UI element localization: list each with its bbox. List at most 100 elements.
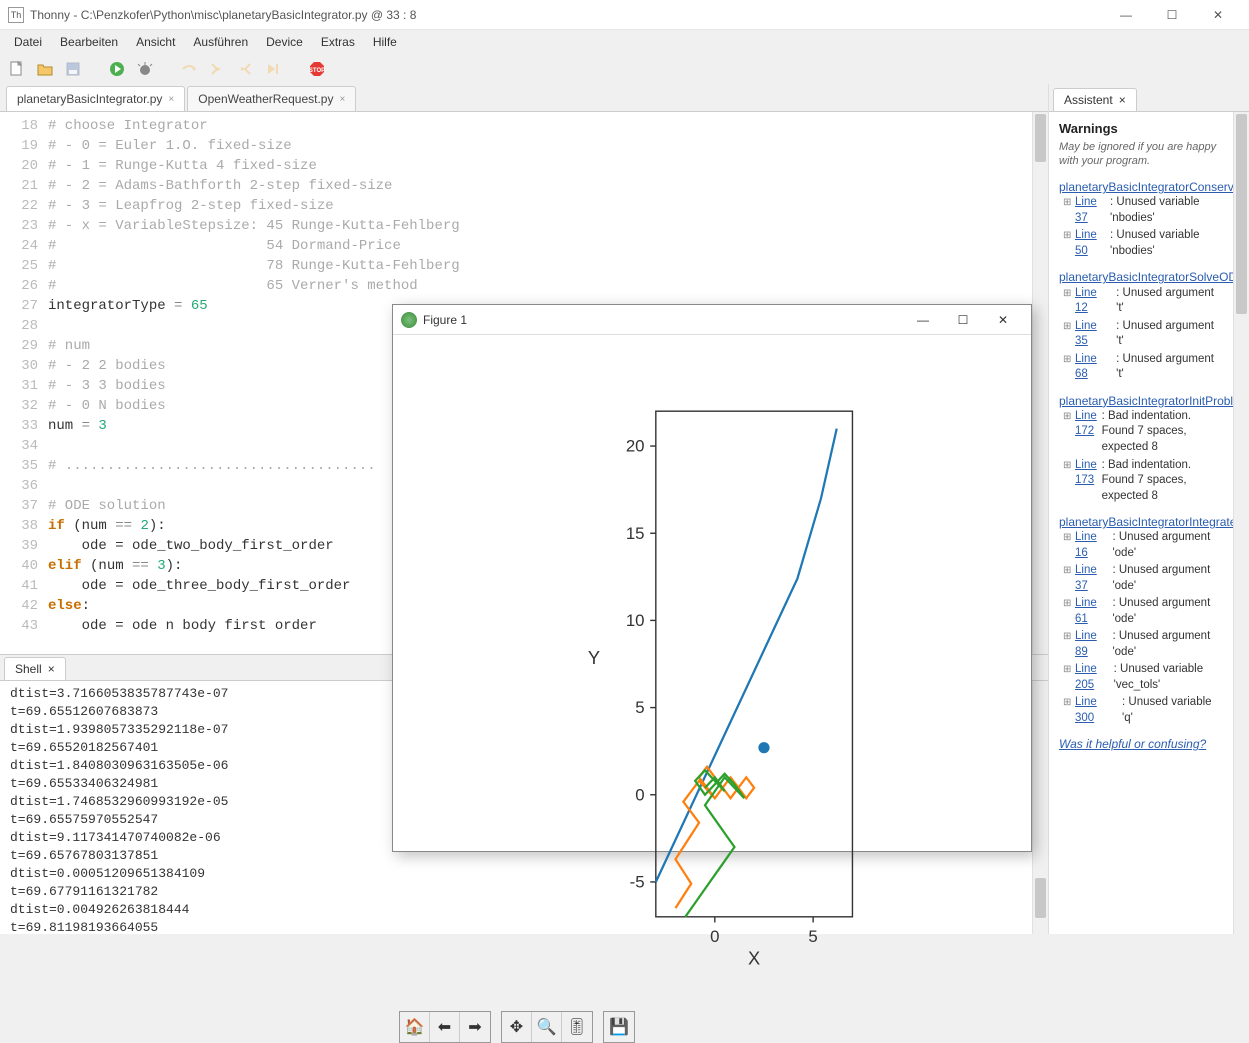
save-file-icon[interactable] [62,58,84,80]
warning-item[interactable]: Line 35 : Unused argument 't' [1063,319,1223,350]
menubar: DateiBearbeitenAnsichtAusführenDeviceExt… [0,30,1249,54]
zoom-icon[interactable]: 🔍 [532,1012,562,1042]
tab-label: planetaryBasicIntegrator.py [17,92,162,106]
warning-line-link[interactable]: Line 37 [1075,195,1106,226]
warning-message: : Unused argument 'ode' [1112,530,1223,561]
warning-item[interactable]: Line 300 : Unused variable 'q' [1063,695,1223,726]
plot-svg: -50510152005XY [403,355,1021,1001]
warning-line-link[interactable]: Line 205 [1075,662,1110,693]
svg-text:Y: Y [588,647,600,668]
assistant-body: Warnings May be ignored if you are happy… [1049,112,1233,934]
warning-item[interactable]: Line 68 : Unused argument 't' [1063,352,1223,383]
warning-item[interactable]: Line 61 : Unused argument 'ode' [1063,596,1223,627]
pan-icon[interactable]: ✥ [502,1012,532,1042]
home-icon[interactable]: 🏠 [400,1012,430,1042]
tab-label: OpenWeatherRequest.py [198,92,333,106]
warning-item[interactable]: Line 205 : Unused variable 'vec_tols' [1063,662,1223,693]
shell-tab[interactable]: Shell× [4,657,66,680]
save-figure-icon[interactable]: 💾 [604,1012,634,1042]
warning-file-link[interactable]: planetaryBasicIntegratorIntegrate.py [1059,515,1233,529]
warnings-heading: Warnings [1059,120,1223,138]
warning-item[interactable]: Line 37 : Unused argument 'ode' [1063,563,1223,594]
warning-item[interactable]: Line 37 : Unused variable 'nbodies' [1063,195,1223,226]
warning-file-link[interactable]: planetaryBasicIntegratorConservLaws.py [1059,180,1233,194]
figure-close-button[interactable]: ✕ [983,305,1023,335]
figure-toolbar: 🏠 ⬅ ➡ ✥ 🔍 🎚 💾 [393,1011,1031,1043]
warning-message: : Unused argument 'ode' [1112,596,1223,627]
menu-bearbeiten[interactable]: Bearbeiten [52,32,126,52]
figure-minimize-button[interactable]: — [903,305,943,335]
step-out-icon[interactable] [234,58,256,80]
warning-item[interactable]: Line 50 : Unused variable 'nbodies' [1063,228,1223,259]
warning-item[interactable]: Line 16 : Unused argument 'ode' [1063,530,1223,561]
warning-line-link[interactable]: Line 37 [1075,563,1108,594]
menu-ausführen[interactable]: Ausführen [185,32,256,52]
close-icon[interactable]: × [339,94,345,105]
titlebar: Th Thonny - C:\Penzkofer\Python\misc\pla… [0,0,1249,30]
warning-file-link[interactable]: planetaryBasicIntegratorInitProblem.py [1059,394,1233,408]
warning-line-link[interactable]: Line 172 [1075,409,1098,456]
open-file-icon[interactable] [34,58,56,80]
warning-message: : Unused variable 'nbodies' [1110,195,1223,226]
svg-text:5: 5 [808,927,817,946]
warning-item[interactable]: Line 173 : Bad indentation. Found 7 spac… [1063,458,1223,505]
step-into-icon[interactable] [206,58,228,80]
warning-line-link[interactable]: Line 300 [1075,695,1118,726]
close-icon[interactable]: × [168,94,174,105]
run-icon[interactable] [106,58,128,80]
shell-scrollbar[interactable] [1032,681,1048,934]
line-gutter: 1819202122232425262728293031323334353637… [0,112,48,654]
window-title: Thonny - C:\Penzkofer\Python\misc\planet… [30,8,1103,22]
warning-message: : Unused argument 't' [1116,286,1223,317]
stop-icon[interactable]: STOP [306,58,328,80]
svg-text:5: 5 [635,698,644,717]
warning-line-link[interactable]: Line 50 [1075,228,1106,259]
editor-tabs: planetaryBasicIntegrator.py×OpenWeatherR… [0,84,1048,112]
warning-message: : Bad indentation. Found 7 spaces, expec… [1102,409,1223,456]
warning-message: : Unused argument 't' [1116,319,1223,350]
editor-tab[interactable]: OpenWeatherRequest.py × [187,86,356,111]
maximize-button[interactable]: ☐ [1149,0,1195,30]
figure-titlebar[interactable]: Figure 1 — ☐ ✕ [393,305,1031,335]
warning-item[interactable]: Line 12 : Unused argument 't' [1063,286,1223,317]
menu-device[interactable]: Device [258,32,311,52]
menu-datei[interactable]: Datei [6,32,50,52]
resume-icon[interactable] [262,58,284,80]
assistant-tab[interactable]: Assistent× [1053,88,1137,111]
forward-icon[interactable]: ➡ [460,1012,490,1042]
figure-maximize-button[interactable]: ☐ [943,305,983,335]
svg-text:-5: -5 [630,873,645,892]
back-icon[interactable]: ⬅ [430,1012,460,1042]
warning-message: : Unused argument 'ode' [1112,629,1223,660]
menu-ansicht[interactable]: Ansicht [128,32,183,52]
feedback-link[interactable]: Was it helpful or confusing? [1059,737,1206,751]
close-icon[interactable]: × [1119,93,1126,107]
warning-line-link[interactable]: Line 12 [1075,286,1112,317]
warning-message: : Unused variable 'nbodies' [1110,228,1223,259]
configure-icon[interactable]: 🎚 [562,1012,592,1042]
warning-item[interactable]: Line 89 : Unused argument 'ode' [1063,629,1223,660]
warning-item[interactable]: Line 172 : Bad indentation. Found 7 spac… [1063,409,1223,456]
close-icon[interactable]: × [48,662,55,676]
warning-line-link[interactable]: Line 89 [1075,629,1108,660]
close-button[interactable]: ✕ [1195,0,1241,30]
minimize-button[interactable]: — [1103,0,1149,30]
svg-text:0: 0 [635,785,644,804]
step-over-icon[interactable] [178,58,200,80]
warning-line-link[interactable]: Line 16 [1075,530,1108,561]
debug-icon[interactable] [134,58,156,80]
new-file-icon[interactable] [6,58,28,80]
warning-line-link[interactable]: Line 173 [1075,458,1098,505]
warning-file-link[interactable]: planetaryBasicIntegratorSolveODE.py [1059,270,1233,284]
menu-extras[interactable]: Extras [313,32,363,52]
editor-scrollbar[interactable] [1032,112,1048,654]
warning-line-link[interactable]: Line 68 [1075,352,1112,383]
assistant-scrollbar[interactable] [1233,112,1249,934]
menu-hilfe[interactable]: Hilfe [365,32,405,52]
svg-text:20: 20 [626,437,645,456]
figure-window[interactable]: Figure 1 — ☐ ✕ -50510152005XY 🏠 ⬅ ➡ ✥ 🔍 … [392,304,1032,852]
editor-tab[interactable]: planetaryBasicIntegrator.py × [6,86,185,111]
warnings-hint: May be ignored if you are happy with you… [1059,140,1223,170]
warning-line-link[interactable]: Line 61 [1075,596,1108,627]
warning-line-link[interactable]: Line 35 [1075,319,1112,350]
